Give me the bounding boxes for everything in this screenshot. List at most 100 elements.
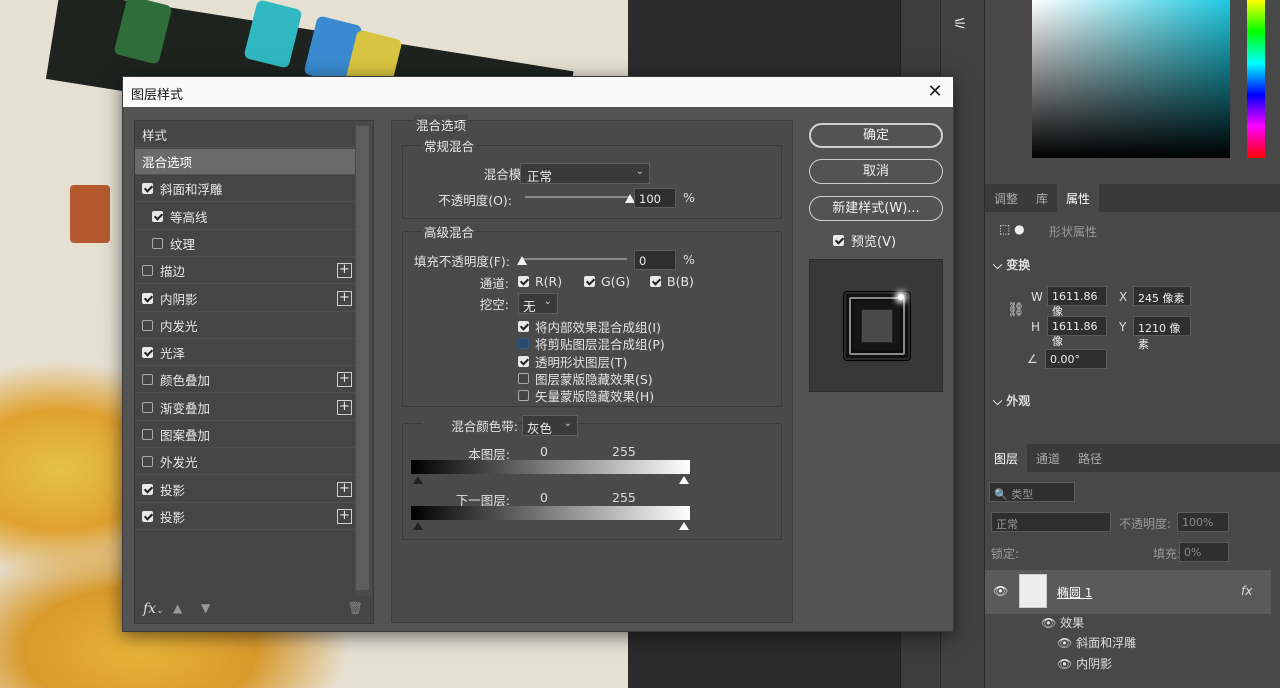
style-checkbox[interactable]: [142, 456, 153, 468]
style-checkbox[interactable]: [142, 319, 153, 331]
tab-adjustments[interactable]: 调整: [985, 184, 1027, 212]
this-layer-black-slider[interactable]: [413, 476, 423, 484]
tab-libraries[interactable]: 库: [1027, 184, 1057, 212]
style-item[interactable]: 投影 +: [135, 504, 355, 530]
style-checkbox[interactable]: [142, 429, 153, 440]
style-checkbox[interactable]: [142, 510, 153, 522]
ok-button[interactable]: 确定: [809, 123, 943, 148]
style-checkbox[interactable]: [142, 401, 153, 413]
style-checkbox[interactable]: [142, 292, 153, 304]
advanced-option-checkbox[interactable]: 将剪贴图层混合成组(P): [518, 334, 665, 353]
this-layer-gradient[interactable]: [411, 460, 690, 474]
preview-checkbox[interactable]: [833, 235, 844, 246]
add-effect-icon[interactable]: +: [337, 399, 352, 415]
trash-icon[interactable]: 🗑: [348, 601, 363, 615]
add-effect-icon[interactable]: +: [337, 263, 352, 279]
style-item[interactable]: 斜面和浮雕: [135, 176, 355, 203]
checkbox[interactable]: [518, 355, 529, 367]
style-item[interactable]: 颜色叠加 +: [135, 367, 355, 394]
layer-blend-mode[interactable]: 正常: [991, 512, 1111, 532]
fill-opacity-field[interactable]: 0: [634, 250, 676, 270]
style-checkbox[interactable]: [142, 374, 153, 386]
preview-checkbox-row[interactable]: 预览(V): [833, 231, 896, 250]
w-field[interactable]: 1611.86 像: [1047, 286, 1107, 318]
x-field[interactable]: 245 像素: [1133, 286, 1191, 306]
checkbox[interactable]: [650, 276, 661, 287]
layer-name[interactable]: 椭圆 1: [1057, 584, 1092, 601]
layer-kind-filter[interactable]: 🔍 类型: [989, 482, 1075, 502]
new-style-button[interactable]: 新建样式(W)...: [809, 196, 943, 221]
style-checkbox[interactable]: [152, 210, 163, 222]
tab-paths[interactable]: 路径: [1069, 444, 1111, 472]
sliders-icon[interactable]: ⚟: [953, 14, 967, 33]
color-picker-field[interactable]: [1032, 0, 1230, 158]
add-effect-icon[interactable]: +: [337, 508, 352, 524]
channel-g-checkbox[interactable]: G(G): [584, 274, 630, 289]
style-list-scrollbar[interactable]: [355, 122, 372, 596]
style-item[interactable]: 等高线: [135, 204, 355, 230]
h-field[interactable]: 1611.86 像: [1047, 316, 1107, 348]
underlying-gradient[interactable]: [411, 506, 690, 520]
y-field[interactable]: 1210 像素: [1133, 316, 1191, 351]
arrow-down-icon[interactable]: ▼: [201, 601, 210, 615]
checkbox[interactable]: [518, 338, 529, 350]
add-effect-icon[interactable]: +: [337, 372, 352, 388]
style-item[interactable]: 光泽: [135, 340, 355, 367]
style-item[interactable]: 内发光: [135, 313, 355, 339]
style-item[interactable]: 混合选项: [135, 149, 355, 175]
style-item[interactable]: 描边 +: [135, 258, 355, 285]
styles-header[interactable]: 样式: [135, 122, 355, 148]
style-checkbox[interactable]: [152, 237, 163, 249]
dialog-titlebar[interactable]: 图层样式 ✕: [123, 77, 953, 107]
transform-title[interactable]: ⌵ 变换: [993, 256, 1030, 273]
checkbox[interactable]: [584, 276, 595, 287]
knockout-select[interactable]: 无 ⌄: [518, 293, 558, 314]
fx-menu-icon[interactable]: fx⌄: [143, 601, 164, 617]
fx-icon[interactable]: fx: [1241, 584, 1252, 598]
style-item[interactable]: 内阴影 +: [135, 286, 355, 312]
style-item[interactable]: 外发光: [135, 449, 355, 476]
checkbox[interactable]: [518, 372, 529, 384]
fill-field[interactable]: 0%: [1179, 542, 1229, 562]
link-icon[interactable]: ⛓: [1007, 302, 1025, 318]
channel-b-checkbox[interactable]: B(B): [650, 274, 694, 289]
add-effect-icon[interactable]: +: [337, 481, 352, 497]
layer-row-ellipse[interactable]: 👁 椭圆 1 fx: [985, 570, 1271, 614]
layer-opacity-field[interactable]: 100%: [1177, 512, 1229, 532]
style-item[interactable]: 图案叠加: [135, 422, 355, 448]
style-checkbox[interactable]: [142, 347, 153, 359]
checkbox[interactable]: [518, 276, 529, 287]
add-effect-icon[interactable]: +: [337, 290, 352, 306]
appearance-title[interactable]: ⌵ 外观: [993, 392, 1030, 409]
underlying-black-slider[interactable]: [413, 522, 423, 530]
this-layer-white-slider[interactable]: [679, 476, 689, 484]
tab-channels[interactable]: 通道: [1027, 444, 1069, 472]
cancel-button[interactable]: 取消: [809, 159, 943, 184]
blend-mode-select[interactable]: 正常 ⌄: [520, 163, 650, 184]
angle-field[interactable]: 0.00°: [1045, 349, 1107, 369]
style-checkbox[interactable]: [142, 183, 153, 195]
checkbox[interactable]: [518, 321, 529, 332]
visibility-eye-icon[interactable]: 👁: [993, 584, 1008, 598]
hue-slider[interactable]: [1247, 0, 1265, 158]
checkbox[interactable]: [518, 390, 529, 402]
fill-opacity-slider[interactable]: [522, 258, 627, 260]
advanced-option-checkbox[interactable]: 将内部效果混合成组(I): [518, 317, 661, 336]
close-icon[interactable]: ✕: [923, 80, 947, 104]
scrollbar-thumb[interactable]: [356, 126, 369, 590]
opacity-slider[interactable]: [525, 196, 630, 198]
style-item[interactable]: 投影 +: [135, 477, 355, 503]
opacity-field[interactable]: 100: [634, 188, 676, 208]
tab-layers[interactable]: 图层: [985, 444, 1028, 472]
tab-properties[interactable]: 属性: [1057, 184, 1100, 212]
style-item[interactable]: 纹理: [135, 231, 355, 257]
advanced-option-checkbox[interactable]: 矢量蒙版隐藏效果(H): [518, 386, 654, 405]
fill-opacity-slider-thumb[interactable]: [517, 256, 527, 265]
style-checkbox[interactable]: [142, 483, 153, 495]
style-checkbox[interactable]: [142, 265, 153, 277]
arrow-up-icon[interactable]: ▲: [173, 601, 182, 615]
style-item[interactable]: 渐变叠加 +: [135, 395, 355, 421]
advanced-option-checkbox[interactable]: 图层蒙版隐藏效果(S): [518, 369, 653, 388]
advanced-option-checkbox[interactable]: 透明形状图层(T): [518, 352, 627, 371]
channel-r-checkbox[interactable]: R(R): [518, 274, 562, 289]
